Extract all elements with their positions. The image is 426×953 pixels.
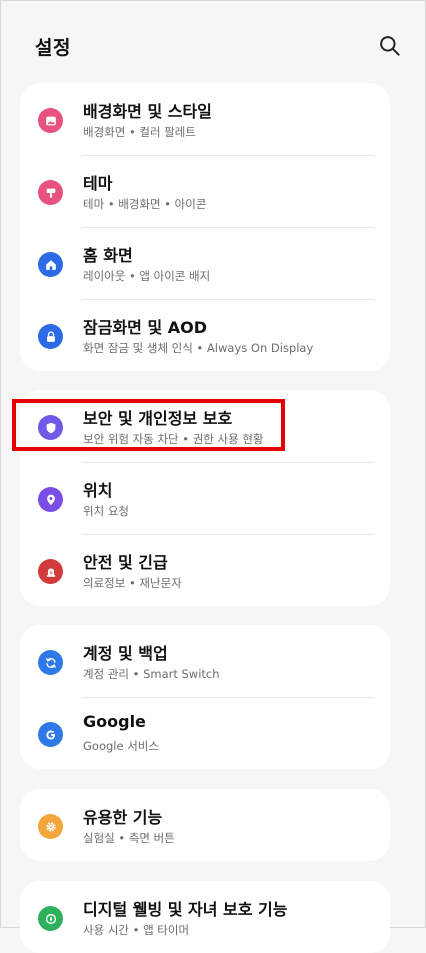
settings-item-safety-emergency[interactable]: 안전 및 긴급 의료정보 • 재난문자	[20, 534, 390, 606]
settings-item-google[interactable]: Google Google 서비스	[20, 697, 390, 769]
search-icon	[380, 36, 400, 56]
top-app-bar: 설정	[1, 1, 425, 81]
settings-item-security-privacy[interactable]: 보안 및 개인정보 보호 보안 위험 자동 차단 • 권한 사용 현황	[20, 390, 390, 462]
settings-group-security: 보안 및 개인정보 보호 보안 위험 자동 차단 • 권한 사용 현황 위치 위…	[20, 390, 390, 606]
settings-item-subtitle: 실험실 • 측면 버튼	[83, 831, 175, 845]
settings-item-wallpaper[interactable]: 배경화면 및 스타일 배경화면 • 컬러 팔레트	[20, 83, 390, 155]
settings-group-accounts: 계정 및 백업 계정 관리 • Smart Switch Google Goog…	[20, 625, 390, 769]
settings-item-subtitle: 의료정보 • 재난문자	[83, 576, 182, 590]
settings-item-subtitle: 보안 위험 자동 차단 • 권한 사용 현황	[83, 432, 264, 446]
gear-icon	[38, 814, 63, 839]
settings-item-digital-wellbeing[interactable]: 디지털 웰빙 및 자녀 보호 기능 사용 시간 • 앱 타이머	[20, 881, 390, 953]
home-icon	[38, 252, 63, 277]
wellbeing-icon	[38, 906, 63, 931]
settings-item-theme[interactable]: 테마 테마 • 배경화면 • 아이콘	[20, 155, 390, 227]
settings-item-lock-screen[interactable]: 잠금화면 및 AOD 화면 잠금 및 생체 인식 • Always On Dis…	[20, 299, 390, 371]
settings-item-label: 계정 및 백업	[83, 644, 168, 663]
settings-item-accounts-backup[interactable]: 계정 및 백업 계정 관리 • Smart Switch	[20, 625, 390, 697]
settings-item-subtitle: Google 서비스	[83, 739, 159, 753]
siren-icon	[38, 559, 63, 584]
settings-item-label: 위치	[83, 481, 113, 500]
sync-icon	[38, 650, 63, 675]
search-button[interactable]	[377, 33, 403, 59]
settings-item-subtitle: 계정 관리 • Smart Switch	[83, 667, 220, 681]
settings-group-wellbeing: 디지털 웰빙 및 자녀 보호 기능 사용 시간 • 앱 타이머	[20, 881, 390, 953]
settings-item-home-screen[interactable]: 홈 화면 레이아웃 • 앱 아이콘 배지	[20, 227, 390, 299]
page-title: 설정	[35, 37, 71, 59]
settings-item-label: 배경화면 및 스타일	[83, 102, 212, 121]
settings-item-subtitle: 레이아웃 • 앱 아이콘 배지	[83, 269, 211, 283]
google-icon	[38, 722, 63, 747]
settings-item-subtitle: 화면 잠금 및 생체 인식 • Always On Display	[83, 341, 314, 355]
settings-item-subtitle: 배경화면 • 컬러 팔레트	[83, 125, 196, 139]
settings-item-subtitle: 사용 시간 • 앱 타이머	[83, 923, 190, 937]
settings-item-advanced-features[interactable]: 유용한 기능 실험실 • 측면 버튼	[20, 789, 390, 861]
settings-group-advanced: 유용한 기능 실험실 • 측면 버튼	[20, 789, 390, 861]
image-icon	[38, 108, 63, 133]
settings-item-label: 보안 및 개인정보 보호	[83, 409, 233, 428]
settings-group-display: 배경화면 및 스타일 배경화면 • 컬러 팔레트 테마 테마 • 배경화면 • …	[20, 83, 390, 371]
settings-item-label: 안전 및 긴급	[83, 553, 168, 572]
shield-icon	[38, 415, 63, 440]
settings-item-subtitle: 테마 • 배경화면 • 아이콘	[83, 197, 207, 211]
settings-item-label: 잠금화면 및 AOD	[83, 318, 208, 337]
settings-item-subtitle: 위치 요청	[83, 504, 129, 518]
settings-item-label: 디지털 웰빙 및 자녀 보호 기능	[83, 900, 288, 919]
lock-icon	[38, 324, 63, 349]
paintbrush-icon	[38, 180, 63, 205]
location-pin-icon	[38, 487, 63, 512]
settings-item-label: 유용한 기능	[83, 808, 163, 827]
settings-item-location[interactable]: 위치 위치 요청	[20, 462, 390, 534]
settings-item-label: 홈 화면	[83, 246, 133, 265]
settings-item-label: 테마	[83, 174, 113, 193]
settings-item-label: Google	[83, 712, 146, 731]
